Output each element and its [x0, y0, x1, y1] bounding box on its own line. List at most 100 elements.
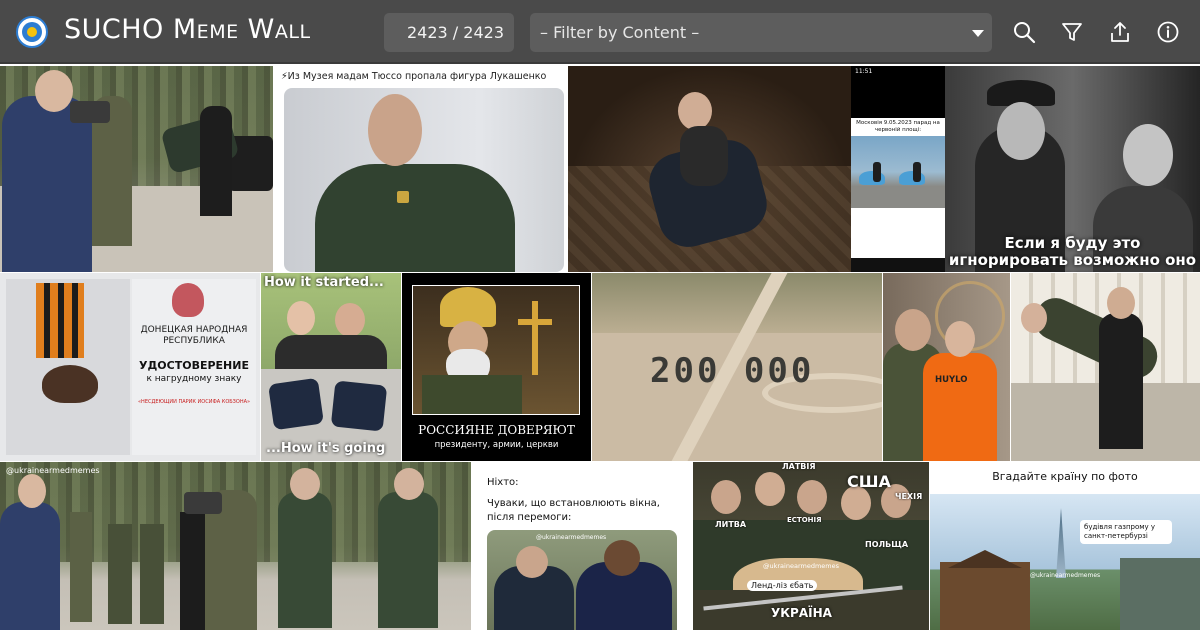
shed [1120, 558, 1200, 630]
how-it-started: How it started... [264, 275, 384, 290]
jet-1 [859, 171, 885, 185]
head [35, 70, 73, 112]
label-usa: США [847, 472, 891, 491]
tile-12-watermark: @ukrainearmedmemes [6, 466, 100, 475]
meme-tile-15[interactable]: Вгадайте країну по фото будівля газпрому… [930, 462, 1200, 630]
cross-horizontal [518, 319, 552, 325]
label-latvia: ЛАТВІЯ [782, 462, 816, 471]
soldier-1 [70, 512, 92, 622]
jet-2 [899, 171, 925, 185]
tile-4-caption: Московія 9.05.2023 парад на червоній пло… [856, 120, 940, 133]
man-head [1107, 287, 1135, 319]
filter-icon [1062, 23, 1082, 41]
man-blue-jacket [0, 502, 60, 630]
prison-suit [923, 353, 997, 461]
figure-4 [378, 492, 438, 628]
share-button[interactable] [1108, 20, 1132, 44]
figure-4-head [394, 468, 424, 500]
info-button[interactable] [1156, 20, 1180, 44]
runner-1 [873, 162, 881, 182]
tile-6-republic: ДОНЕЦКАЯ НАРОДНАЯ РЕСПУБЛИКА [140, 325, 248, 346]
coat-of-arms [172, 283, 204, 317]
meme-tile-14[interactable]: ЛАТВІЯ США ЧЕХІЯ ЛИТВА ЕСТОНІЯ ПОЛЬЩА @u… [693, 462, 929, 630]
head-2 [755, 472, 785, 506]
tile-8-subtitle: президенту, армии, церкви [434, 440, 559, 450]
label-czech: ЧЕХІЯ [895, 492, 923, 501]
wooden-house [940, 562, 1030, 630]
content-filter-select[interactable]: – Filter by Content – [530, 13, 992, 52]
meme-tile-8[interactable]: РОССИЯНЕ ДОВЕРЯЮТ президенту, армии, цер… [402, 273, 591, 461]
meme-counter: 2423 / 2423 [384, 13, 514, 52]
meme-wall: ⚡Из Музея мадам Тюссо пропала фигура Лук… [0, 66, 1200, 630]
meme-tile-5[interactable]: Если я буду это игнорировать возможно он… [945, 66, 1200, 272]
head-left [895, 309, 931, 351]
figure-1 [108, 524, 132, 624]
head-left [516, 546, 548, 578]
military-jacket [315, 164, 515, 272]
meme-tile-3[interactable] [568, 66, 851, 272]
lend-lease-bubble: Ленд-ліз єбать [747, 580, 818, 591]
filter-button[interactable] [1060, 20, 1084, 44]
logo-center [27, 27, 37, 37]
runner-2 [913, 162, 921, 182]
figure-3 [278, 492, 332, 628]
search-icon [1014, 22, 1036, 44]
info-icon [1157, 21, 1179, 43]
head-1 [711, 480, 741, 514]
meme-tile-7[interactable]: How it started... ...How it's going [261, 273, 401, 461]
sucho-logo-icon[interactable] [16, 16, 48, 48]
tile-14-watermark: @ukrainearmedmemes [763, 562, 840, 570]
label-lithuania: ЛИТВА [715, 520, 747, 529]
title-second: Meme Wall [172, 14, 311, 45]
page-title: SUCHO Meme Wall [64, 14, 311, 45]
shoulders [275, 335, 387, 369]
head-right [945, 321, 975, 357]
tile-2-caption: ⚡Из Музея мадам Тюссо пропала фигура Лук… [281, 71, 547, 82]
head [678, 92, 712, 130]
fabric-piece-2 [330, 380, 388, 432]
label-ukraine: УКРАЇНА [771, 606, 832, 620]
tile-6-redline: «НЕСДЕЮЩИЙ ПАРИК ИОСИФА КОБЗОНА» [138, 399, 250, 405]
meme-tile-13[interactable]: Ніхто: Чуваки, що встановлюють вікна, пі… [472, 462, 692, 630]
tile-8-title: РОССИЯНЕ ДОВЕРЯЮТ [418, 423, 575, 437]
meme-tile-1[interactable] [0, 66, 273, 272]
tile-15-watermark: @ukrainearmedmemes [1030, 572, 1101, 579]
meme-tile-2[interactable]: ⚡Из Музея мадам Тюссо пропала фигура Лук… [275, 66, 567, 272]
head [368, 94, 422, 166]
meme-tile-6[interactable]: ДОНЕЦКАЯ НАРОДНАЯ РЕСПУБЛИКА УДОСТОВЕРЕНИ… [0, 273, 260, 461]
man-suit [200, 106, 232, 216]
head-left [997, 102, 1045, 160]
phone-nav-bar [851, 258, 945, 272]
meme-tile-10[interactable]: HUYLO [883, 273, 1010, 461]
tile-13-text: Чуваки, що встановлюють вікна, після пер… [487, 498, 660, 523]
label-estonia: ЕСТОНІЯ [787, 516, 822, 524]
top-bar: SUCHO Meme Wall 2423 / 2423 – Filter by … [0, 0, 1200, 64]
badge [397, 191, 409, 203]
head [18, 474, 46, 508]
head-right [1123, 124, 1173, 186]
meme-tile-11[interactable] [1011, 273, 1200, 461]
cross-vertical [532, 301, 538, 375]
prison-label: HUYLO [935, 375, 968, 385]
tile-13-watermark: @ukrainearmedmemes [536, 534, 607, 541]
head-3 [797, 480, 827, 514]
head-right [604, 540, 640, 576]
meme-tile-9[interactable]: 200 000 [592, 273, 882, 461]
how-its-going: ...How it's going [266, 441, 386, 456]
meme-tile-12[interactable]: @ukrainearmedmemes [0, 462, 471, 630]
st-george-ribbon [36, 283, 84, 358]
figure-3-head [290, 468, 320, 500]
body [680, 126, 728, 186]
search-button[interactable] [1012, 20, 1036, 44]
chevron-down-icon [972, 30, 984, 37]
head-2 [335, 303, 365, 337]
figure-2 [140, 524, 164, 624]
camera [184, 492, 222, 514]
head-4 [841, 486, 871, 520]
tile-13-nobody: Ніхто: [487, 477, 519, 488]
fabric-piece-1 [268, 377, 324, 431]
head-1 [287, 301, 315, 335]
camera [70, 101, 110, 123]
meme-tile-4[interactable]: 11:51 Московія 9.05.2023 парад на червон… [851, 66, 945, 272]
tile-9-number: 200 000 [650, 351, 815, 391]
